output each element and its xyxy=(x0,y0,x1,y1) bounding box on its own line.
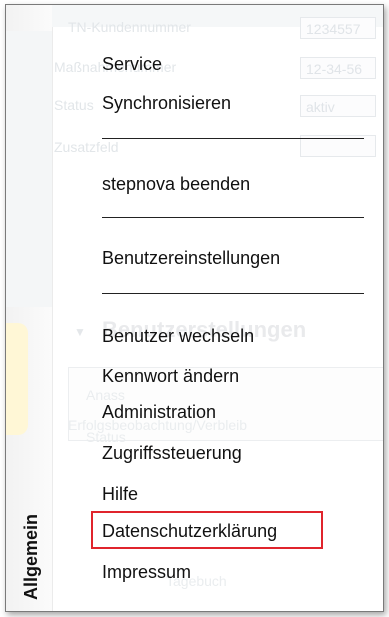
menu-item-service[interactable]: Service xyxy=(102,53,162,75)
background-field-value: 12-34-56 xyxy=(300,57,376,79)
background-field-value: aktiv xyxy=(300,95,376,117)
menu-separator xyxy=(102,293,364,294)
menu-frame: TN-Kundennummer 1234557 Maßnahmenummer 1… xyxy=(5,4,384,612)
side-tab-allgemein[interactable]: Allgemein xyxy=(14,473,46,605)
menu-item-benutzer-wechseln[interactable]: Benutzer wechseln xyxy=(102,325,254,347)
menu-separator xyxy=(102,217,364,218)
menu-item-synchronisieren[interactable]: Synchronisieren xyxy=(102,92,231,114)
background-field-label: TN-Kundennummer xyxy=(68,19,191,35)
background-field-label: Zusatzfeld xyxy=(54,139,119,155)
side-tab-label: Allgemein xyxy=(21,513,41,600)
highlight-box xyxy=(91,511,323,549)
background-sidebar-panel xyxy=(6,31,52,307)
menu-separator xyxy=(102,138,364,139)
background-collapse-triangle-icon: ▼ xyxy=(74,325,86,339)
background-field-label: Status xyxy=(54,97,94,113)
menu-item-zugriffssteuerung[interactable]: Zugriffssteuerung xyxy=(102,442,242,464)
background-accent xyxy=(6,323,28,435)
background-field-value: 1234557 xyxy=(300,17,376,39)
menu-item-administration[interactable]: Administration xyxy=(102,401,216,423)
menu-item-impressum[interactable]: Impressum xyxy=(102,561,191,583)
menu-item-kennwort-aendern[interactable]: Kennwort ändern xyxy=(102,365,239,387)
menu-item-benutzereinstellungen[interactable]: Benutzereinstellungen xyxy=(102,247,280,269)
menu-item-stepnova-beenden[interactable]: stepnova beenden xyxy=(102,173,250,195)
menu-item-hilfe[interactable]: Hilfe xyxy=(102,483,138,505)
